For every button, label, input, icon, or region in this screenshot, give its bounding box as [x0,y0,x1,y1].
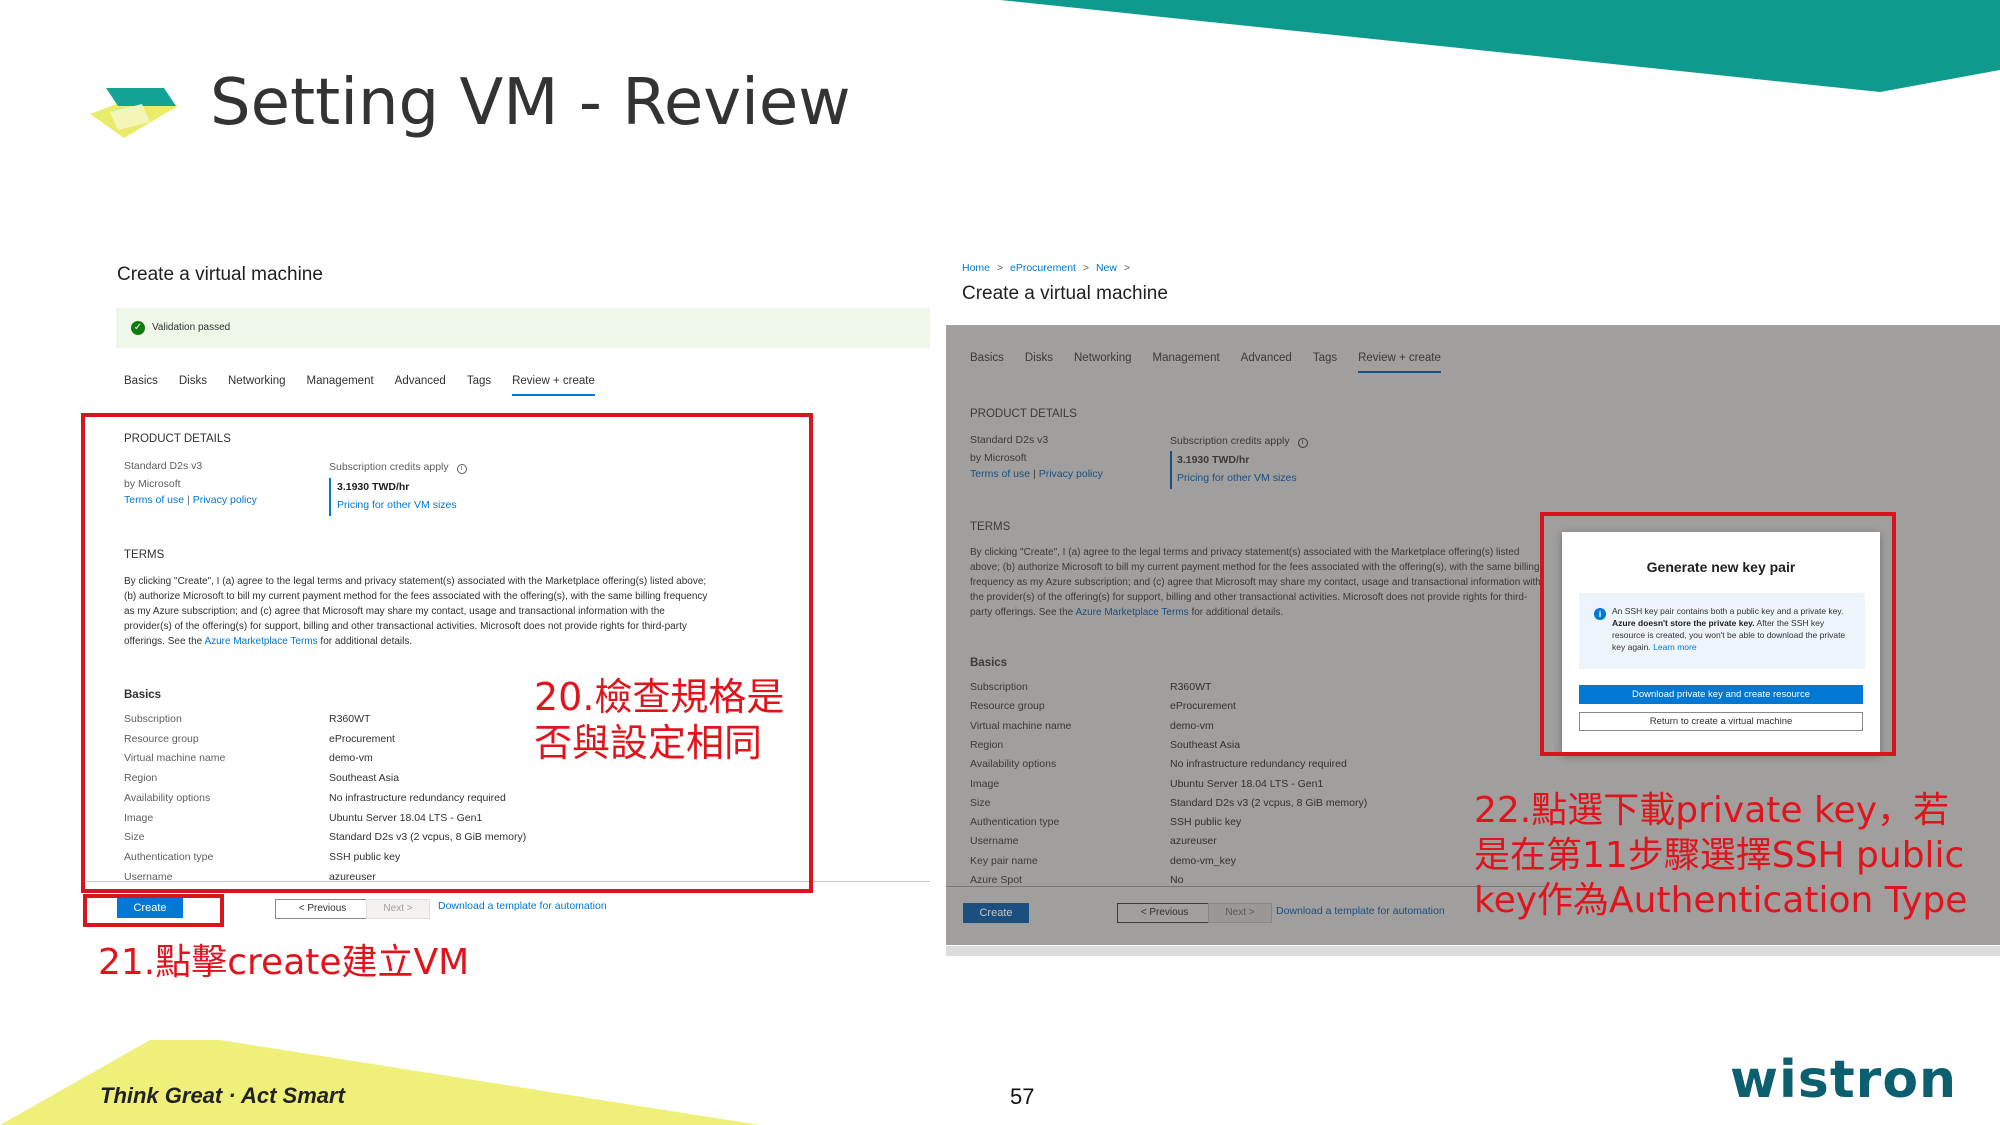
basics-value: SSH public key [1170,816,1242,829]
basics-label: Region [970,738,1004,751]
tab-disks[interactable]: Disks [179,375,207,396]
next-button[interactable]: Next > [366,899,430,919]
basics-label: Username [970,835,1019,848]
tab-advanced[interactable]: Advanced [395,375,446,396]
yellow-footer-decoration [0,1040,760,1125]
left-tab-bar: Basics Disks Networking Management Advan… [124,375,616,396]
pricing-link[interactable]: Pricing for other VM sizes [1177,472,1297,484]
tab-advanced[interactable]: Advanced [1241,352,1292,373]
slide-title: Setting VM - Review [210,66,851,140]
right-tab-bar: Basics Disks Networking Management Advan… [970,352,1462,373]
credits-label: Subscription credits apply i [1170,435,1308,448]
basics-value: No infrastructure redundancy required [1170,758,1347,771]
privacy-policy-link[interactable]: Privacy policy [1039,468,1103,480]
product-vendor: by Microsoft [970,452,1027,464]
note-20-line-2: 否與設定相同 [534,721,763,765]
info-icon: i [1297,438,1308,448]
footer-slogan: Think Great · Act Smart [100,1083,345,1108]
logo-cube-icon [90,88,178,138]
product-details-heading: PRODUCT DETAILS [970,408,1077,420]
left-page-heading: Create a virtual machine [117,264,323,285]
tab-management[interactable]: Management [1153,352,1220,373]
validation-banner: ✓ Validation passed [116,308,930,348]
create-button[interactable]: Create [963,903,1029,923]
basics-value: Standard D2s v3 (2 vcpus, 8 GiB memory) [1170,796,1368,809]
basics-label: Key pair name [970,854,1038,867]
terms-tail: for additional details. [1191,607,1284,618]
basics-heading: Basics [970,657,1008,669]
note-22-line-2: 是在第11步驟選擇SSH public [1474,835,1965,876]
separator: | [1033,468,1036,480]
basics-label: Subscription [970,681,1028,693]
breadcrumb-new[interactable]: New [1096,262,1117,274]
note-22-line-1: 22.點選下載private key，若 [1474,790,1949,831]
annotation-box-review [81,413,813,893]
basics-label: Authentication type [970,816,1060,829]
footer-divider [946,886,1546,887]
basics-value: R360WT [1170,681,1212,693]
tab-tags[interactable]: Tags [1313,352,1337,373]
basics-label: Azure Spot [970,874,1022,886]
tab-disks[interactable]: Disks [1025,352,1053,373]
breadcrumb-eprocurement[interactable]: eProcurement [1010,262,1076,274]
credits-text: Subscription credits apply [1170,435,1290,447]
product-name: Standard D2s v3 [970,434,1049,446]
price-accent-bar [1170,451,1172,489]
marketplace-terms-link[interactable]: Azure Marketplace Terms [1075,607,1188,618]
breadcrumb-separator: > [1123,262,1131,274]
breadcrumb: Home > eProcurement > New > [962,262,1134,274]
next-button[interactable]: Next > [1208,903,1272,923]
previous-button[interactable]: < Previous [275,899,370,919]
download-template-link[interactable]: Download a template for automation [1276,905,1445,917]
page-number: 57 [1010,1084,1035,1109]
tab-management[interactable]: Management [307,375,374,396]
brand-logo: wistron [1730,1050,1958,1110]
validation-text: Validation passed [152,322,231,333]
terms-heading: TERMS [970,521,1011,533]
basics-value: No [1170,874,1184,886]
download-template-link[interactable]: Download a template for automation [438,900,607,912]
breadcrumb-separator: > [1082,262,1090,274]
previous-button[interactable]: < Previous [1117,903,1212,923]
tab-basics[interactable]: Basics [124,375,158,396]
annotation-box-create [83,894,224,927]
breadcrumb-separator: > [996,262,1004,274]
annotation-note-20: 20.檢查規格是 否與設定相同 [534,674,784,766]
note-20-line-1: 20.檢查規格是 [534,675,785,719]
basics-value: eProcurement [1170,700,1236,713]
tab-review-create[interactable]: Review + create [1358,352,1441,373]
basics-label: Availability options [970,758,1057,771]
right-page-heading: Create a virtual machine [962,283,1168,304]
price-value: 3.1930 TWD/hr [1177,454,1250,466]
note-22-line-3: key作為Authentication Type [1474,880,1968,921]
basics-value: Southeast Asia [1170,738,1241,751]
tab-networking[interactable]: Networking [1074,352,1132,373]
horizontal-scrollbar[interactable] [946,946,2000,956]
tab-tags[interactable]: Tags [467,375,491,396]
basics-label: Virtual machine name [970,719,1072,732]
tab-basics[interactable]: Basics [970,352,1004,373]
basics-label: Size [970,796,991,809]
basics-value: demo-vm_key [1170,854,1236,867]
terms-paragraph: By clicking "Create", I (a) agree to the… [970,545,1542,620]
basics-label: Image [970,777,1000,790]
basics-value: demo-vm [1170,719,1214,732]
basics-label: Resource group [970,700,1045,713]
terms-of-use-link[interactable]: Terms of use [970,468,1030,480]
checkmark-icon: ✓ [131,321,145,335]
tab-review-create[interactable]: Review + create [512,375,595,396]
annotation-note-22: 22.點選下載private key，若 是在第11步驟選擇SSH public… [1474,788,1967,923]
breadcrumb-home[interactable]: Home [962,262,990,274]
basics-value: azureuser [1170,835,1217,848]
tab-networking[interactable]: Networking [228,375,286,396]
basics-value: Ubuntu Server 18.04 LTS - Gen1 [1170,777,1324,790]
annotation-note-21: 21.點擊create建立VM [98,942,470,983]
annotation-box-dialog [1540,512,1896,756]
